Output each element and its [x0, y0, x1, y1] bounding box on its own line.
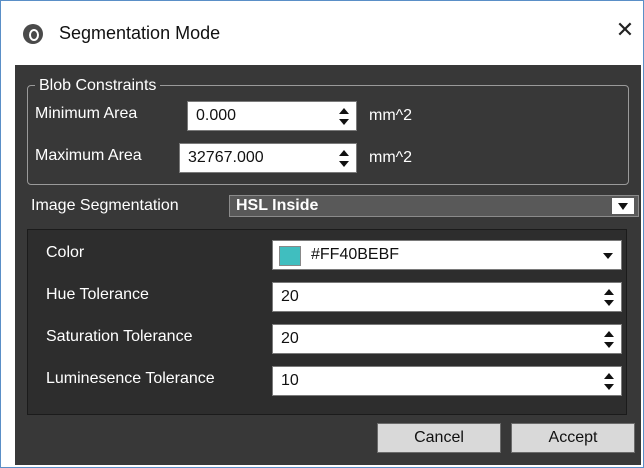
- color-select[interactable]: #FF40BEBF: [272, 240, 622, 270]
- spin-up-icon[interactable]: [339, 108, 349, 114]
- luminesence-tolerance-spinner[interactable]: [603, 373, 615, 391]
- color-label: Color: [46, 244, 85, 261]
- spin-down-icon[interactable]: [339, 119, 349, 125]
- hue-tolerance-label: Hue Tolerance: [46, 286, 149, 303]
- saturation-tolerance-label: Saturation Tolerance: [46, 328, 193, 345]
- app-icon: [23, 24, 43, 44]
- spin-up-icon[interactable]: [604, 289, 614, 295]
- luminesence-tolerance-value: 10: [281, 372, 299, 389]
- dropdown-arrow-icon[interactable]: [603, 253, 613, 259]
- hsl-settings-panel: Color #FF40BEBF Hue Tolerance 20 Saturat…: [27, 229, 627, 415]
- spin-up-icon[interactable]: [604, 331, 614, 337]
- title-bar: Segmentation Mode ✕: [1, 1, 643, 65]
- image-segmentation-dropdown[interactable]: HSL Inside: [229, 195, 639, 217]
- spin-down-icon[interactable]: [604, 384, 614, 390]
- spin-down-icon[interactable]: [604, 342, 614, 348]
- dialog-window: Segmentation Mode ✕ Blob Constraints Min…: [0, 0, 644, 468]
- minimum-area-label: Minimum Area: [35, 105, 138, 122]
- saturation-tolerance-input[interactable]: 20: [272, 324, 622, 354]
- minimum-area-input[interactable]: 0.000: [187, 101, 357, 131]
- maximum-area-value: 32767.000: [188, 149, 264, 166]
- spin-down-icon[interactable]: [604, 300, 614, 306]
- minimum-area-value: 0.000: [196, 107, 237, 124]
- image-segmentation-selected: HSL Inside: [236, 197, 319, 214]
- hue-tolerance-input[interactable]: 20: [272, 282, 622, 312]
- saturation-tolerance-spinner[interactable]: [603, 331, 615, 349]
- cancel-button[interactable]: Cancel: [377, 423, 501, 453]
- color-swatch: [279, 246, 301, 266]
- maximum-area-spinner[interactable]: [338, 150, 350, 168]
- minimum-area-unit: mm^2: [369, 107, 413, 124]
- maximum-area-input[interactable]: 32767.000: [179, 143, 357, 173]
- dropdown-arrow-icon: [618, 203, 628, 210]
- accept-button[interactable]: Accept: [511, 423, 635, 453]
- luminesence-tolerance-label: Luminesence Tolerance: [46, 370, 215, 387]
- blob-constraints-legend: Blob Constraints: [35, 77, 161, 95]
- dropdown-button[interactable]: [612, 198, 634, 214]
- minimum-area-spinner[interactable]: [338, 108, 350, 126]
- luminesence-tolerance-input[interactable]: 10: [272, 366, 622, 396]
- close-icon[interactable]: ✕: [613, 19, 637, 43]
- spin-up-icon[interactable]: [339, 150, 349, 156]
- window-title: Segmentation Mode: [59, 23, 221, 43]
- spin-up-icon[interactable]: [604, 373, 614, 379]
- hue-tolerance-spinner[interactable]: [603, 289, 615, 307]
- saturation-tolerance-value: 20: [281, 330, 299, 347]
- dialog-content: Blob Constraints Minimum Area 0.000 mm^2…: [15, 65, 641, 465]
- image-segmentation-label: Image Segmentation: [31, 197, 179, 214]
- spin-down-icon[interactable]: [339, 161, 349, 167]
- hue-tolerance-value: 20: [281, 288, 299, 305]
- maximum-area-label: Maximum Area: [35, 147, 142, 164]
- maximum-area-unit: mm^2: [369, 149, 413, 166]
- color-value: #FF40BEBF: [311, 246, 400, 263]
